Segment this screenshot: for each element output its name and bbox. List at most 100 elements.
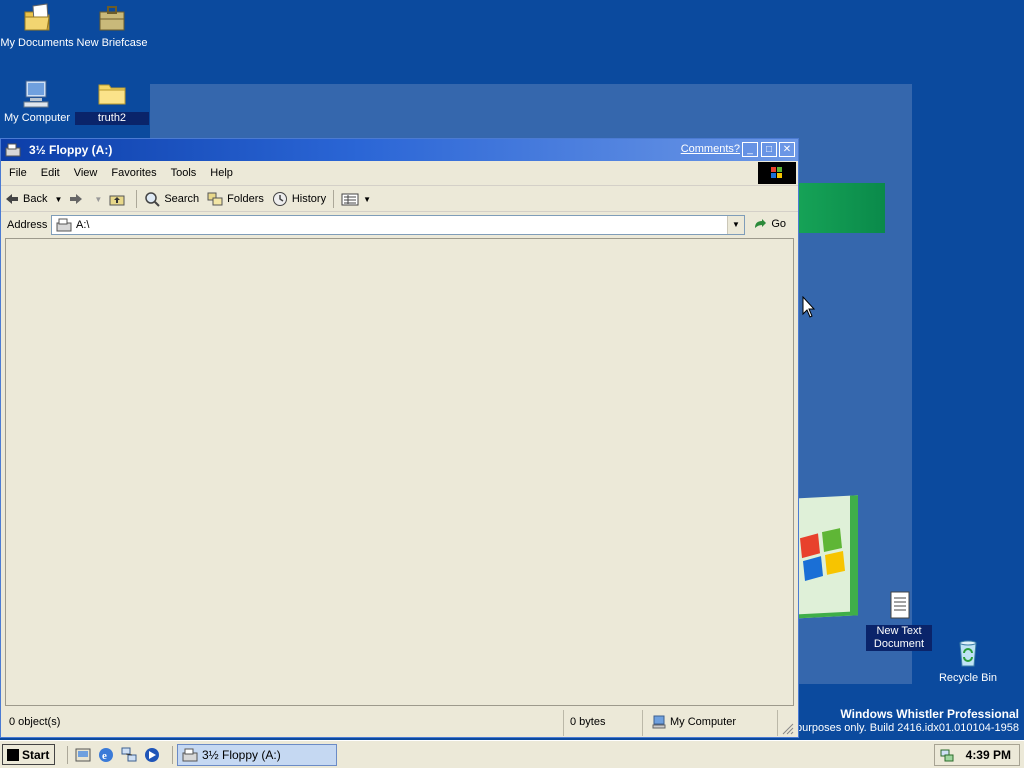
folder-content-pane[interactable]	[5, 238, 794, 706]
desktop-icon-label: My Computer	[3, 112, 71, 124]
folders-button[interactable]: Folders	[203, 192, 268, 206]
clock[interactable]: 4:39 PM	[966, 748, 1011, 762]
start-label: Start	[22, 747, 50, 762]
start-button[interactable]: Start	[2, 744, 55, 765]
folder-icon	[98, 84, 126, 105]
search-button[interactable]: Search	[140, 191, 203, 207]
menu-favorites[interactable]: Favorites	[105, 167, 162, 179]
status-zone-label: My Computer	[670, 716, 737, 728]
window-titlebar[interactable]: 3½ Floppy (A:) Comments? _ □ ✕	[1, 139, 798, 161]
up-folder-icon	[109, 195, 125, 206]
computer-icon	[652, 715, 666, 729]
back-dropdown-icon[interactable]: ▼	[51, 195, 65, 204]
explorer-window: 3½ Floppy (A:) Comments? _ □ ✕ File Edit…	[0, 138, 799, 738]
floppy-drive-icon	[182, 748, 198, 762]
history-label: History	[291, 193, 327, 205]
desktop-icon-my-computer[interactable]: My Computer	[0, 77, 74, 125]
throbber	[758, 162, 796, 184]
desktop-icon-new-text-document[interactable]: New Text Document	[862, 590, 936, 651]
address-value: A:\	[76, 219, 90, 231]
floppy-drive-icon	[5, 143, 21, 157]
media-player-icon[interactable]	[143, 746, 161, 764]
desktop-icon-label: Recycle Bin	[938, 672, 998, 684]
minimize-button[interactable]: _	[742, 142, 758, 157]
go-button[interactable]: Go	[753, 218, 786, 230]
internet-explorer-icon[interactable]: e	[97, 746, 115, 764]
address-input[interactable]: A:\ ▼	[51, 215, 745, 235]
recycle-bin-icon	[959, 640, 977, 667]
standard-toolbar: Back ▼ ▼ Search Folders History ▼	[1, 187, 798, 212]
status-object-count: 0 object(s)	[9, 716, 61, 728]
network-tray-icon[interactable]	[939, 747, 955, 763]
back-label: Back	[23, 193, 48, 205]
history-button[interactable]: History	[268, 191, 330, 207]
show-desktop-icon[interactable]	[74, 746, 92, 764]
views-dropdown-icon: ▼	[363, 194, 372, 204]
comments-link[interactable]: Comments?	[681, 143, 740, 155]
search-icon	[145, 192, 161, 207]
taskbar-separator	[67, 746, 68, 764]
taskbar: Start e 3½ Floppy (A:) 4:39 PM	[0, 740, 1024, 768]
branding-line-2: purposes only. Build 2416.idx01.010104-1…	[795, 722, 1019, 734]
menu-edit[interactable]: Edit	[35, 167, 66, 179]
menu-view[interactable]: View	[68, 167, 104, 179]
views-button[interactable]: ▼	[337, 192, 375, 206]
desktop-icon-label: truth2	[75, 112, 149, 125]
mouse-cursor-icon	[802, 296, 816, 318]
taskbar-separator	[172, 746, 173, 764]
folders-label: Folders	[227, 193, 264, 205]
desktop-icon-recycle-bin[interactable]: Recycle Bin	[931, 637, 1005, 685]
go-label: Go	[771, 218, 786, 230]
window-title: 3½ Floppy (A:)	[29, 143, 113, 157]
desktop-icon-label: New Text Document	[866, 625, 932, 651]
floppy-drive-icon	[56, 218, 72, 232]
close-button[interactable]: ✕	[779, 142, 795, 157]
address-dropdown-icon[interactable]: ▼	[727, 216, 744, 234]
address-bar: Address A:\ ▼ Go	[1, 213, 798, 237]
forward-arrow-icon	[70, 194, 83, 204]
forward-dropdown-icon[interactable]: ▼	[91, 195, 105, 204]
windows-logo-icon	[7, 748, 19, 761]
system-tray: 4:39 PM	[934, 744, 1020, 766]
branding-line-1: Windows Whistler Professional	[840, 707, 1019, 721]
forward-button[interactable]	[65, 193, 91, 205]
address-label: Address	[7, 219, 48, 231]
taskbar-window-button[interactable]: 3½ Floppy (A:)	[177, 744, 337, 766]
back-arrow-icon	[6, 194, 18, 204]
menu-file[interactable]: File	[3, 167, 33, 179]
up-folder-button[interactable]	[105, 192, 133, 206]
status-size: 0 bytes	[570, 716, 606, 728]
maximize-button[interactable]: □	[761, 142, 777, 157]
text-document-icon	[890, 591, 910, 619]
wallpaper-logo-card	[790, 495, 858, 619]
desktop-icon-label: My Documents	[0, 37, 74, 49]
status-zone: My Computer	[652, 715, 736, 729]
briefcase-icon	[99, 6, 125, 31]
toolbar-separator	[333, 190, 335, 208]
windows-logo-icon	[771, 167, 782, 178]
status-divider	[777, 710, 778, 736]
desktop-icon-my-documents[interactable]: My Documents	[0, 2, 74, 50]
wallpaper-green-band	[790, 183, 885, 233]
resize-grip-icon[interactable]	[782, 723, 794, 735]
status-divider	[642, 710, 643, 736]
desktop-icon-truth2[interactable]: truth2	[75, 77, 149, 125]
desktop-icon-new-briefcase[interactable]: New Briefcase	[75, 2, 149, 50]
status-divider	[563, 710, 564, 736]
views-icon	[341, 193, 359, 206]
taskbar-window-label: 3½ Floppy (A:)	[202, 748, 281, 762]
status-bar: 0 object(s) 0 bytes My Computer	[1, 708, 798, 738]
back-button[interactable]: Back	[1, 193, 51, 205]
my-documents-icon	[24, 3, 50, 31]
menu-tools[interactable]: Tools	[165, 167, 203, 179]
search-label: Search	[164, 193, 200, 205]
windows-flag-icon	[800, 528, 845, 581]
menu-help[interactable]: Help	[204, 167, 239, 179]
menu-bar: File Edit View Favorites Tools Help	[1, 161, 798, 186]
folders-icon	[207, 192, 223, 206]
desktop-icon-label: New Briefcase	[76, 37, 148, 49]
svg-text:e: e	[102, 750, 107, 762]
go-arrow-icon	[755, 219, 767, 228]
history-icon	[272, 192, 287, 206]
network-icon[interactable]	[120, 746, 138, 764]
